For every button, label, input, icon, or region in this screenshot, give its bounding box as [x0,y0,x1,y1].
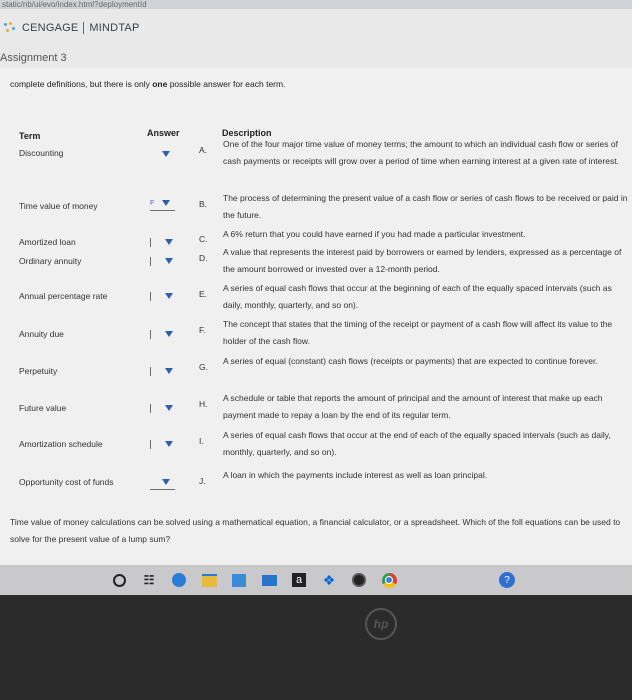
description-letter-e: E. [199,289,208,299]
description-letter-a: A. [199,145,208,155]
hp-logo: hp [365,608,397,640]
answer-selected: F [150,199,155,207]
term-perpetuity: Perpetuity [19,366,58,376]
instructions-suffix: possible answer for each term. [167,79,286,89]
store-icon[interactable] [228,570,250,590]
term-ordinary-annuity: Ordinary annuity [19,256,82,266]
term-amortization-schedule: Amortization schedule [19,439,103,449]
brand-name: CENGAGE [22,22,79,34]
description-letter-i: I. [199,436,204,446]
cengage-logo-icon [4,22,16,34]
dropdown-underline [150,210,175,211]
answer-dropdown-amortized-loan[interactable] [150,235,185,249]
dropdown-bar [150,291,151,301]
description-i: A series of equal cash flows that occur … [223,430,611,457]
dropdown-bar [150,329,151,339]
term-discounting: Discounting [19,148,64,158]
brand-divider [83,22,85,34]
media-icon[interactable] [348,570,370,590]
answer-dropdown-time-value-of-money[interactable]: F [150,196,185,211]
edge-browser-icon[interactable] [168,570,190,590]
dropdown-arrow-icon [165,293,173,299]
answer-dropdown-opportunity-cost-of-funds[interactable] [150,475,185,490]
description-h: A schedule or table that reports the amo… [223,393,603,420]
description-letter-j: J. [199,476,206,486]
instructions: complete definitions, but there is only … [10,79,285,89]
mail-icon[interactable] [258,570,280,590]
description-letter-f: F. [199,325,206,335]
dropdown-bar [150,256,151,266]
description-f: The concept that states that the timing … [223,319,613,346]
task-view-icon[interactable]: ☷ [138,570,160,590]
dropdown-arrow-icon [165,441,173,447]
instructions-bold: one [152,79,168,89]
screen: static/nb/ui/evo/index.html?deploymentId… [0,0,632,565]
question-text: Time value of money calculations can be … [10,517,621,544]
answer-dropdown-annual-percentage-rate[interactable] [150,289,185,303]
term-opportunity-cost-of-funds: Opportunity cost of funds [19,477,114,487]
taskbar: ☷ a ❖ ? [0,565,632,595]
term-future-value: Future value [19,403,67,413]
dropdown-arrow-icon [165,258,173,264]
start-circle-icon[interactable] [108,570,130,590]
answer-dropdown-amortization-schedule[interactable] [150,437,185,451]
instructions-prefix: complete definitions, but there is only [10,79,153,89]
dropdown-arrow-icon [165,405,173,411]
dropdown-bar [150,237,151,247]
description-letter-g: G. [199,362,208,372]
assignment-title: Assignment 3 [0,52,67,64]
description-a: One of the four major time value of mone… [223,139,619,166]
dropdown-arrow-icon [162,479,170,485]
chrome-icon[interactable] [378,570,400,590]
brand-product: MINDTAP [89,22,140,34]
answer-dropdown-discounting[interactable] [150,147,185,161]
file-explorer-icon[interactable] [198,570,220,590]
laptop-bezel [0,595,632,700]
term-annuity-due: Annuity due [19,329,64,339]
amazon-glyph: a [292,573,306,587]
answer-dropdown-annuity-due[interactable] [150,327,185,341]
dropdown-bar [150,366,151,376]
answer-dropdown-perpetuity[interactable] [150,364,185,378]
description-c: A 6% return that you could have earned i… [223,229,526,239]
dropdown-bar [150,403,151,413]
description-letter-b: B. [199,199,208,209]
description-g: A series of equal (constant) cash flows … [223,356,598,366]
column-header-answer: Answer [147,128,180,138]
amazon-icon[interactable]: a [288,570,310,590]
description-letter-c: C. [199,234,208,244]
dropdown-arrow-icon [165,368,173,374]
description-letter-h: H. [199,399,208,409]
term-annual-percentage-rate: Annual percentage rate [19,291,108,301]
dropdown-underline [150,489,175,490]
brand-header: CENGAGE MINDTAP [4,20,140,36]
description-j: A loan in which the payments include int… [223,470,488,480]
column-header-term: Term [19,131,41,141]
description-e: A series of equal cash flows that occur … [223,283,612,310]
dropdown-arrow-icon [165,331,173,337]
term-time-value-of-money: Time value of money [19,201,98,211]
dropdown-arrow-icon [162,151,170,157]
answer-dropdown-future-value[interactable] [150,401,185,415]
dropdown-bar [150,439,151,449]
browser-url-fragment[interactable]: static/nb/ui/evo/index.html?deploymentId [0,0,632,9]
description-d: A value that represents the interest pai… [223,247,622,274]
dropdown-arrow-icon [165,239,173,245]
dropdown-arrow-icon [162,200,170,206]
dropbox-icon[interactable]: ❖ [318,570,340,590]
help-icon[interactable]: ? [496,570,518,590]
answer-dropdown-ordinary-annuity[interactable] [150,254,185,268]
description-b: The process of determining the present v… [223,193,628,220]
description-letter-d: D. [199,253,208,263]
term-amortized-loan: Amortized loan [19,237,76,247]
